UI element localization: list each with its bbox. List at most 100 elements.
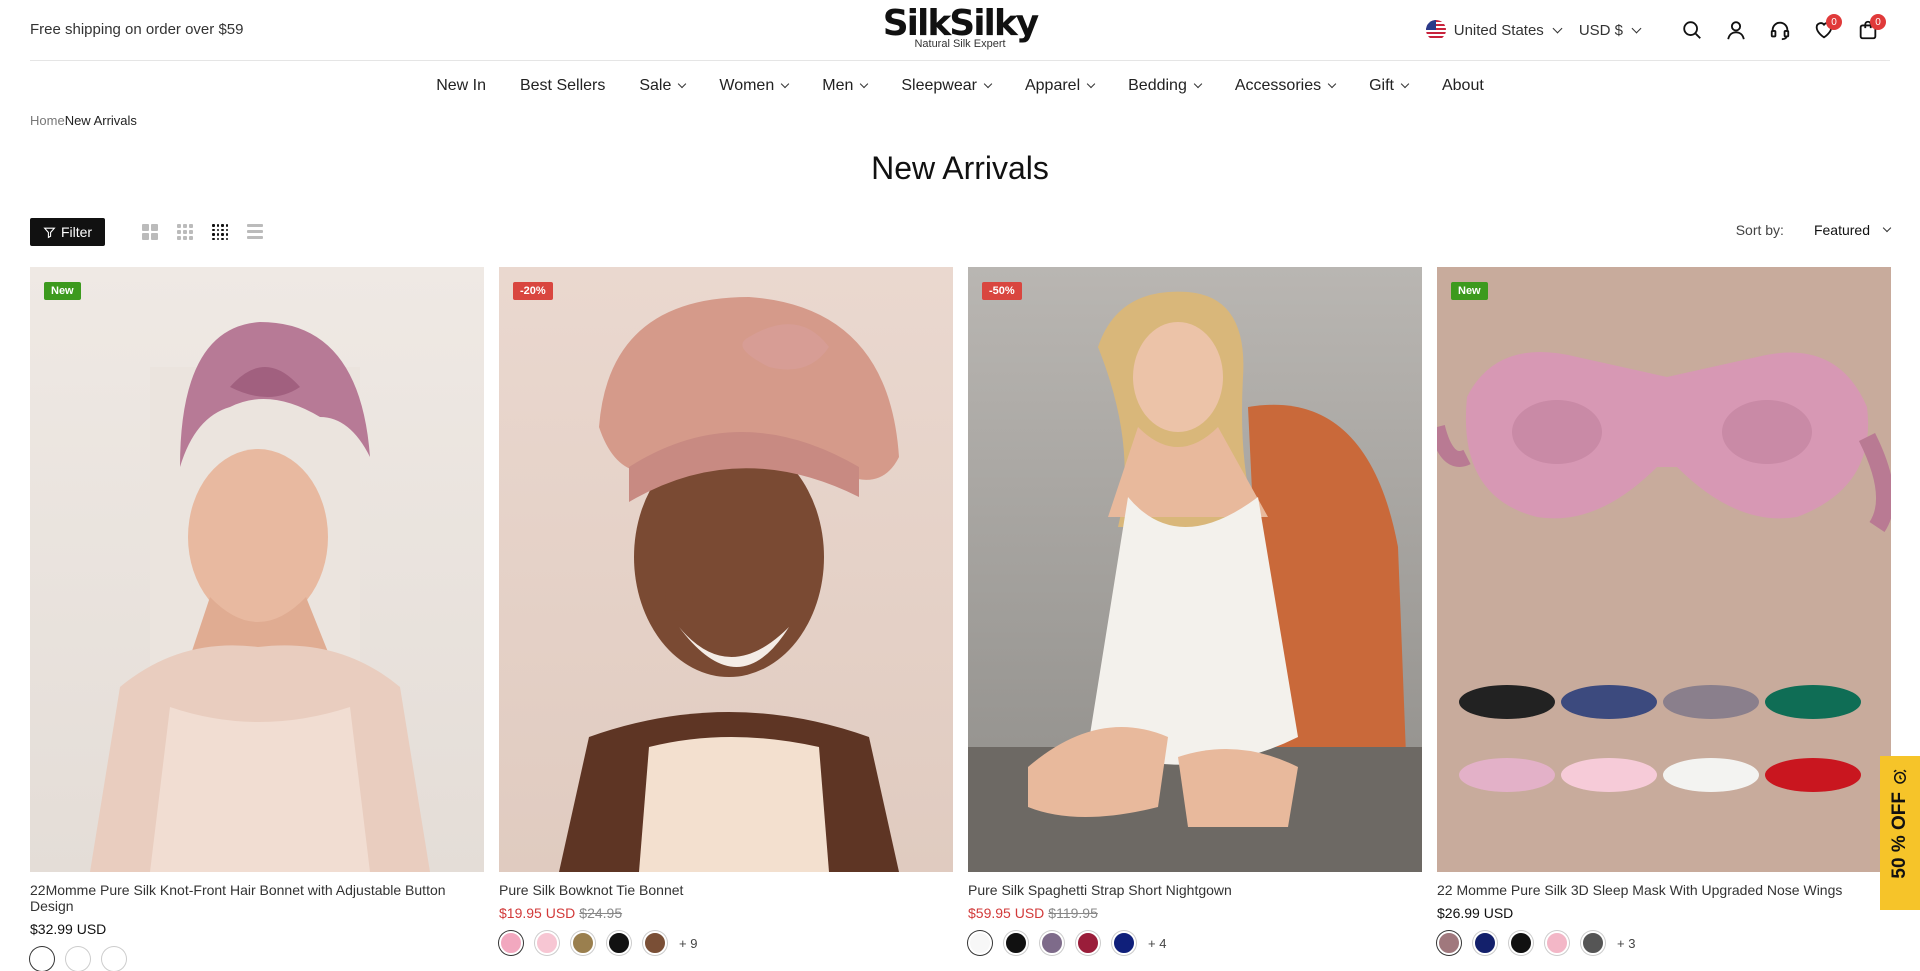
product-card[interactable]: New 22 Momme Pure Silk 3D Sleep Mask Wit… [1437, 267, 1891, 971]
product-card[interactable]: New 22Momme Pure Silk Knot-Front Hair Bo… [30, 267, 484, 971]
current-price: $32.99 USD [30, 921, 107, 937]
product-image-bowknot-bonnet[interactable]: -20% [499, 267, 953, 872]
color-swatch[interactable] [66, 947, 90, 971]
product-name[interactable]: Pure Silk Spaghetti Strap Short Nightgow… [968, 882, 1422, 898]
header-actions: United States USD $ 0 0 [1425, 14, 1890, 46]
nav-item-about[interactable]: About [1442, 77, 1484, 95]
more-colors-count[interactable]: + 3 [1617, 936, 1635, 951]
main-navigation: New In Best Sellers Sale Women Men Sleep… [0, 62, 1920, 110]
discount-promo-tab[interactable]: 50 % OFF [1880, 756, 1920, 910]
color-swatches [30, 947, 484, 971]
nav-item-men[interactable]: Men [822, 77, 869, 95]
nav-item-apparel[interactable]: Apparel [1024, 77, 1096, 95]
color-swatch[interactable] [643, 931, 667, 955]
chevron-down-icon [1631, 23, 1642, 33]
chevron-down-icon [860, 79, 869, 89]
two-column-view-icon[interactable] [142, 224, 158, 240]
search-icon [1683, 21, 1701, 39]
color-swatches: + 9 [499, 931, 953, 955]
product-name[interactable]: 22Momme Pure Silk Knot-Front Hair Bonnet… [30, 882, 484, 914]
three-column-view-icon[interactable] [177, 224, 193, 240]
more-colors-count[interactable]: + 9 [679, 936, 697, 951]
product-name[interactable]: Pure Silk Bowknot Tie Bonnet [499, 882, 953, 898]
grid-view-switcher [142, 224, 282, 240]
nav-item-accessories[interactable]: Accessories [1234, 77, 1337, 95]
sort-dropdown[interactable]: Sort by: Featured [1735, 222, 1892, 238]
more-colors-count[interactable]: + 4 [1148, 936, 1166, 951]
color-swatch[interactable] [1581, 931, 1605, 955]
support-button[interactable] [1758, 14, 1802, 46]
product-card[interactable]: -50% Pure Silk Spaghetti Strap Short Nig… [968, 267, 1422, 971]
user-icon [1727, 21, 1745, 40]
product-card[interactable]: -20% Pure Silk Bowknot Tie Bonnet $19.95… [499, 267, 953, 971]
color-swatch[interactable] [1076, 931, 1100, 955]
product-price: $26.99 USD [1437, 905, 1891, 921]
current-price: $26.99 USD [1437, 905, 1514, 921]
nav-label: Sale [639, 77, 672, 94]
color-swatch[interactable] [1545, 931, 1569, 955]
compare-at-price: $119.95 [1048, 905, 1098, 921]
cart-button[interactable]: 0 [1846, 14, 1890, 46]
nav-item-gift[interactable]: Gift [1369, 77, 1410, 95]
product-grid: New 22Momme Pure Silk Knot-Front Hair Bo… [30, 267, 1891, 971]
nav-item-new-in[interactable]: New In [436, 77, 486, 95]
bowknot-bonnet-illustration [559, 297, 899, 872]
product-tag: -50% [982, 282, 1022, 300]
nav-item-sale[interactable]: Sale [639, 77, 687, 95]
filter-button[interactable]: Filter [30, 218, 105, 246]
account-button[interactable] [1714, 14, 1758, 46]
currency-selector[interactable]: USD $ [1579, 22, 1642, 39]
nav-label: Bedding [1128, 77, 1187, 94]
color-swatch[interactable] [607, 931, 631, 955]
chevron-down-icon [1552, 23, 1563, 33]
headset-icon [1770, 21, 1790, 41]
nav-label: Best Sellers [519, 77, 606, 94]
color-swatch[interactable] [1112, 931, 1136, 955]
nav-label: Accessories [1234, 77, 1322, 94]
color-swatch[interactable] [1437, 931, 1461, 955]
nightgown-illustration [968, 291, 1422, 872]
nav-item-sleepwear[interactable]: Sleepwear [901, 77, 993, 95]
search-button[interactable] [1670, 14, 1714, 46]
product-image-sleep-mask[interactable]: New [1437, 267, 1891, 872]
color-swatch[interactable] [968, 931, 992, 955]
product-tag: -20% [513, 282, 553, 300]
country-selector[interactable]: United States [1425, 20, 1563, 40]
hair-bonnet-illustration [90, 322, 430, 872]
product-price: $32.99 USD [30, 921, 484, 937]
product-image-hair-bonnet[interactable]: New [30, 267, 484, 872]
color-swatch[interactable] [499, 931, 523, 955]
list-view-icon[interactable] [247, 224, 263, 240]
chevron-down-icon [983, 79, 993, 89]
product-tag: New [44, 282, 81, 300]
breadcrumb: HomeNew Arrivals [30, 113, 137, 128]
color-swatch[interactable] [30, 947, 54, 971]
cart-count-badge: 0 [1870, 14, 1886, 30]
nav-item-bedding[interactable]: Bedding [1128, 77, 1203, 95]
color-swatch[interactable] [1473, 931, 1497, 955]
color-swatch[interactable] [102, 947, 126, 971]
nav-label: Apparel [1024, 77, 1081, 94]
product-tag: New [1451, 282, 1488, 300]
country-label: United States [1453, 21, 1544, 39]
nav-label: New In [436, 77, 486, 94]
product-image-nightgown[interactable]: -50% [968, 267, 1422, 872]
promo-text: 50 % OFF [1889, 792, 1910, 879]
color-swatch[interactable] [1509, 931, 1533, 955]
color-swatches: + 3 [1437, 931, 1891, 955]
four-column-view-icon[interactable] [212, 224, 228, 240]
filter-label: Filter [60, 224, 93, 240]
product-name[interactable]: 22 Momme Pure Silk 3D Sleep Mask With Up… [1437, 882, 1891, 898]
wishlist-button[interactable]: 0 [1802, 14, 1846, 46]
nav-item-women[interactable]: Women [719, 77, 790, 95]
sort-label: Sort by: [1735, 222, 1784, 238]
breadcrumb-home-link[interactable]: Home [30, 113, 65, 128]
color-swatch[interactable] [1040, 931, 1064, 955]
logo[interactable]: SilkSilky Natural Silk Expert [883, 6, 1040, 50]
nav-item-best-sellers[interactable]: Best Sellers [520, 77, 605, 95]
color-swatch[interactable] [535, 931, 559, 955]
color-swatch[interactable] [1004, 931, 1028, 955]
sort-value: Featured [1813, 222, 1870, 238]
color-swatch[interactable] [571, 931, 595, 955]
top-bar: Free shipping on order over $59 SilkSilk… [30, 0, 1890, 61]
